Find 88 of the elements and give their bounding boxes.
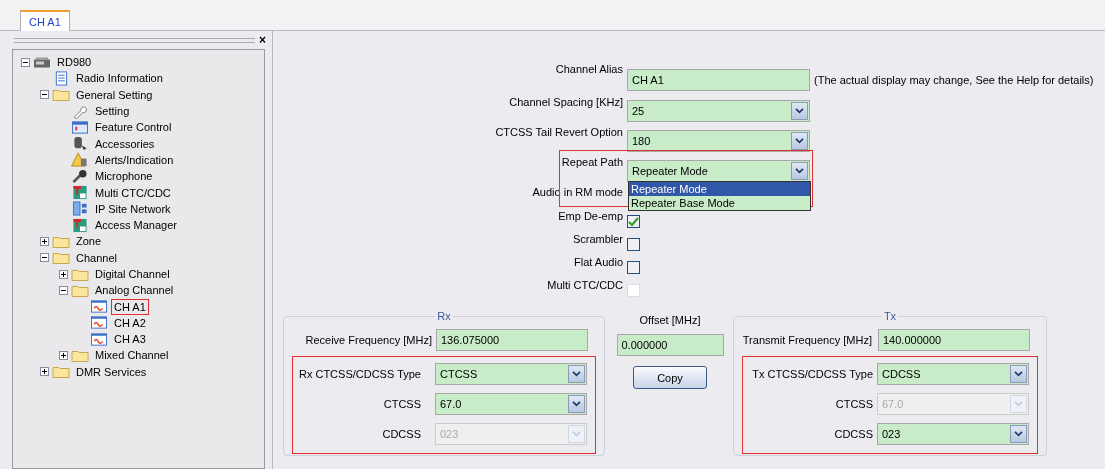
- tree-item[interactable]: Analog Channel: [92, 282, 177, 299]
- field-label: CDCSS: [381, 427, 421, 442]
- folder-icon: [52, 250, 70, 266]
- window-icon: [71, 119, 89, 135]
- field-label: Multi CTC/CDC: [546, 279, 623, 293]
- close-icon[interactable]: ×: [259, 34, 266, 46]
- tree-item[interactable]: Mixed Channel: [92, 347, 172, 364]
- tree-item[interactable]: Digital Channel: [92, 266, 173, 282]
- chevron-down-icon[interactable]: [795, 107, 804, 115]
- group-title: Tx: [882, 310, 898, 322]
- expander-icon[interactable]: [40, 236, 49, 246]
- tree-item[interactable]: Microphone: [92, 168, 156, 185]
- field-label: Flat Audio: [573, 256, 623, 270]
- chevron-down-icon[interactable]: [795, 137, 804, 145]
- microphone-icon: [71, 168, 89, 184]
- chevron-down-icon[interactable]: [1014, 370, 1023, 378]
- folder-icon: [71, 348, 89, 363]
- field-label: Repeat Path: [560, 156, 623, 170]
- tree-item[interactable]: Setting: [92, 103, 133, 120]
- field-label: Rx CTCSS/CDCSS Type: [297, 367, 421, 382]
- expander-icon[interactable]: [40, 367, 49, 377]
- dropdown-field[interactable]: CDCSS: [877, 363, 1029, 385]
- dropdown-field[interactable]: 67.0: [435, 393, 587, 415]
- expander-icon[interactable]: [21, 57, 30, 67]
- tree-item[interactable]: Access Manager: [92, 217, 180, 234]
- checkbox[interactable]: [627, 238, 640, 251]
- checkbox[interactable]: [627, 215, 640, 228]
- tree-item[interactable]: CH A2: [111, 314, 149, 331]
- field-label: Emp De-emp: [557, 210, 623, 224]
- field-label: Receive Frequency [MHz]: [304, 333, 432, 348]
- field-label: Channel Alias: [554, 63, 623, 77]
- tree-item[interactable]: Feature Control: [92, 119, 175, 136]
- folder-icon: [52, 364, 70, 380]
- tab[interactable]: CH A1: [20, 10, 70, 31]
- checkbox[interactable]: [627, 261, 640, 274]
- chevron-down-icon[interactable]: [572, 370, 581, 378]
- tone-icon: [71, 217, 89, 233]
- text-field[interactable]: 136.075000: [436, 329, 588, 351]
- folder-icon: [52, 87, 70, 103]
- dropdown-field[interactable]: 25: [627, 100, 810, 122]
- expander-icon[interactable]: [59, 285, 68, 295]
- tree-item[interactable]: Channel: [73, 249, 120, 266]
- dropdown-option[interactable]: Repeater Mode: [629, 182, 810, 196]
- tree-item[interactable]: CH A3: [111, 331, 149, 348]
- copy-button[interactable]: Copy: [633, 366, 707, 389]
- field-label: CTCSS: [382, 397, 421, 412]
- tree-item[interactable]: DMR Services: [73, 363, 150, 380]
- tree-item[interactable]: Multi CTC/CDC: [92, 184, 174, 201]
- text-field[interactable]: 140.000000: [878, 329, 1030, 351]
- chevron-down-icon[interactable]: [1014, 430, 1023, 438]
- dropdown-field[interactable]: CTCSS: [435, 363, 587, 385]
- channel-icon: [90, 299, 108, 315]
- text-field[interactable]: 0.000000: [616, 334, 724, 356]
- chevron-down-icon[interactable]: [795, 167, 804, 175]
- field-label: Channel Spacing [KHz]: [508, 96, 623, 110]
- tree-item[interactable]: Radio Information: [73, 70, 166, 87]
- accessory-icon: [71, 136, 89, 152]
- field-label: CDCSS: [833, 427, 873, 442]
- expander-icon[interactable]: [40, 90, 49, 100]
- channel-icon: [90, 331, 108, 347]
- field-label: CTCSS: [834, 397, 873, 412]
- tree-item[interactable]: General Setting: [73, 86, 156, 103]
- help-note: (The actual display may change, See the Help for details): [814, 73, 1094, 86]
- field-label: Tx CTCSS/CDCSS Type: [751, 367, 873, 382]
- tree-item[interactable]: CH A1: [111, 298, 149, 315]
- field-label: Transmit Frequency [MHz]: [742, 333, 872, 348]
- expander-icon[interactable]: [40, 253, 49, 263]
- channel-icon: [90, 315, 108, 331]
- tree-item[interactable]: RD980: [54, 54, 95, 71]
- dropdown-field[interactable]: 023: [877, 423, 1029, 445]
- expander-icon[interactable]: [59, 351, 68, 360]
- expander-icon[interactable]: [59, 269, 68, 279]
- tree-item[interactable]: Alerts/Indication: [92, 151, 177, 168]
- chevron-down-icon[interactable]: [572, 400, 581, 408]
- warning-icon: [71, 152, 89, 168]
- text-field[interactable]: CH A1: [627, 68, 810, 91]
- dropdown-field[interactable]: 180: [627, 130, 810, 152]
- tree-item[interactable]: Accessories: [92, 135, 158, 152]
- field-label: Scrambler: [571, 233, 623, 247]
- network-icon: [71, 201, 89, 217]
- group-title: Rx: [436, 310, 452, 322]
- dropdown-option[interactable]: Repeater Base Mode: [629, 196, 810, 210]
- wrench-icon: [71, 103, 89, 119]
- tree-item[interactable]: Zone: [73, 233, 105, 250]
- field-label: CTCSS Tail Revert Option: [494, 126, 623, 140]
- field-label: Offset [MHz]: [639, 314, 701, 326]
- tree-item[interactable]: IP Site Network: [92, 200, 174, 217]
- tone-icon: [71, 185, 89, 200]
